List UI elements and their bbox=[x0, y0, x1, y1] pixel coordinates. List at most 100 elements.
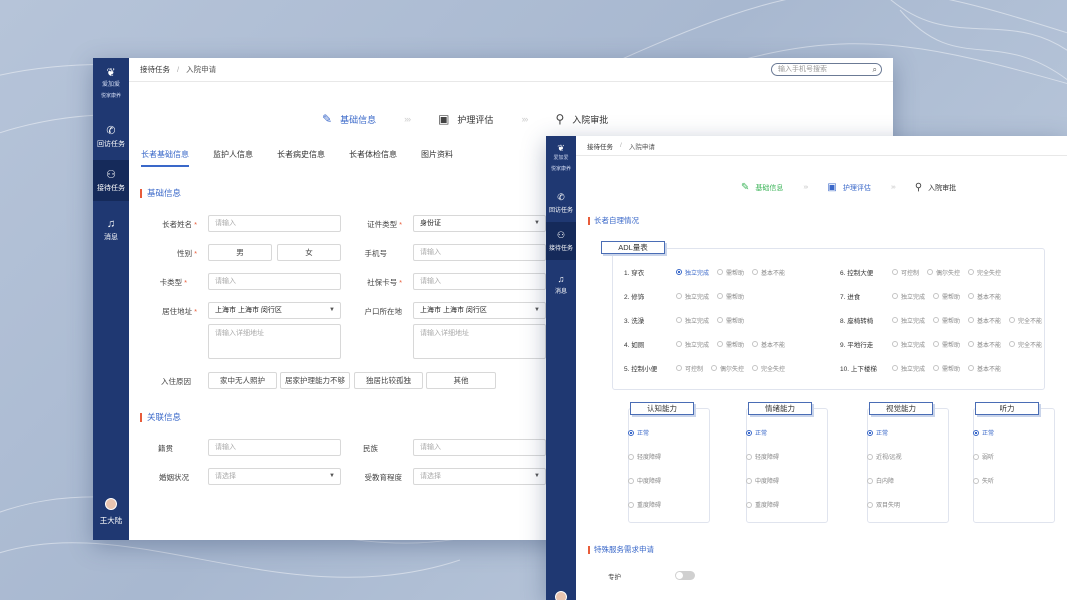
ability-option-radio[interactable]: 正常 bbox=[746, 428, 767, 437]
name-input[interactable]: 请输入 bbox=[208, 215, 341, 232]
adl-option-radio[interactable]: 完全失控 bbox=[968, 268, 1001, 277]
ability-option-label: 轻度障碍 bbox=[755, 455, 780, 461]
step-admission-approval[interactable]: ⚲ 入院审批 bbox=[555, 112, 608, 126]
reason-option[interactable]: 家中无人照护 bbox=[208, 372, 277, 389]
nursing-assessment-window: ❦ 爱加爱 悦家康养 ✆ 回访任务 ⚇ 接待任务 ♫ 消息 接待任务 / 入院申… bbox=[546, 136, 1067, 600]
adl-option-radio[interactable]: 独立完成 bbox=[676, 268, 709, 277]
idtype-select[interactable]: 身份证 ▼ bbox=[413, 215, 546, 232]
adl-option-radio[interactable]: 可控制 bbox=[676, 364, 703, 373]
search-input[interactable]: 输入手机号搜索 ⌕ bbox=[771, 63, 882, 76]
adl-option-radio[interactable]: 独立完成 bbox=[676, 316, 709, 325]
reason-option[interactable]: 独居比较孤独 bbox=[354, 372, 423, 389]
tab-medical-history[interactable]: 长者病史信息 bbox=[277, 149, 325, 167]
reason-option[interactable]: 居家护理能力不够 bbox=[280, 372, 350, 389]
gender-female-button[interactable]: 女 bbox=[277, 244, 341, 261]
step-basic-info[interactable]: ✎ 基础信息 bbox=[322, 112, 376, 126]
adl-option-radio[interactable]: 需帮助 bbox=[717, 340, 744, 349]
ability-option-radio[interactable]: 双目失明 bbox=[867, 500, 900, 509]
ability-option-radio[interactable]: 正常 bbox=[628, 428, 649, 437]
step-label: 护理评估 bbox=[842, 184, 871, 192]
adl-option-label: 需帮助 bbox=[942, 342, 961, 349]
card-type-input[interactable]: 请输入 bbox=[208, 273, 341, 290]
ability-option-radio[interactable]: 轻度障碍 bbox=[746, 452, 779, 461]
marital-select[interactable]: 请选择 ▼ bbox=[208, 468, 341, 485]
adl-option-radio[interactable]: 需帮助 bbox=[933, 316, 960, 325]
ability-title-tag: 认知能力 bbox=[630, 402, 694, 415]
step-nursing-eval[interactable]: ▣ 护理评估 bbox=[827, 182, 870, 193]
step-label: 护理评估 bbox=[457, 114, 494, 125]
stamp-icon: ⚲ bbox=[555, 112, 565, 126]
sidebar-item-reception[interactable]: ⚇ 接待任务 bbox=[546, 222, 576, 260]
adl-option-radio[interactable]: 偶尔失控 bbox=[711, 364, 744, 373]
tab-guardian[interactable]: 监护人信息 bbox=[213, 149, 253, 167]
social-card-input[interactable]: 请输入 bbox=[413, 273, 546, 290]
address-detail-input[interactable]: 请输入详细地址 bbox=[208, 324, 341, 359]
tab-physical-exam[interactable]: 长者体检信息 bbox=[349, 149, 397, 167]
reason-option[interactable]: 其他 bbox=[426, 372, 496, 389]
sidebar-item-revisit[interactable]: ✆ 回访任务 bbox=[93, 116, 129, 157]
ability-option-radio[interactable]: 弱听 bbox=[973, 452, 994, 461]
adl-item-label: 10. 上下楼梯 bbox=[840, 366, 877, 373]
adl-option-radio[interactable]: 完全不能 bbox=[1009, 316, 1042, 325]
adl-option-radio[interactable]: 独立完成 bbox=[892, 364, 925, 373]
adl-option-radio[interactable]: 独立完成 bbox=[892, 292, 925, 301]
radio-icon bbox=[892, 269, 898, 275]
breadcrumb-item[interactable]: 接待任务 bbox=[140, 64, 170, 75]
ability-option-radio[interactable]: 正常 bbox=[867, 428, 888, 437]
user-profile[interactable]: 王大陆 bbox=[93, 498, 129, 526]
breadcrumb-item[interactable]: 接待任务 bbox=[587, 141, 613, 151]
ability-option-radio[interactable]: 失听 bbox=[973, 476, 994, 485]
step-nursing-eval[interactable]: ▣ 护理评估 bbox=[438, 112, 493, 126]
adl-option-radio[interactable]: 需帮助 bbox=[717, 268, 744, 277]
ability-option-radio[interactable]: 重度障碍 bbox=[746, 500, 779, 509]
adl-option-radio[interactable]: 独立完成 bbox=[892, 316, 925, 325]
adl-option-radio[interactable]: 需帮助 bbox=[933, 364, 960, 373]
hukou-select[interactable]: 上海市 上海市 闵行区 ▼ bbox=[413, 302, 546, 319]
adl-option-radio[interactable]: 基本不能 bbox=[968, 340, 1001, 349]
special-care-toggle[interactable] bbox=[675, 571, 695, 580]
adl-option-radio[interactable]: 可控制 bbox=[892, 268, 919, 277]
ability-option-radio[interactable]: 近视/远视 bbox=[867, 452, 902, 461]
adl-option-radio[interactable]: 独立完成 bbox=[676, 340, 709, 349]
adl-option-radio[interactable]: 完全失控 bbox=[752, 364, 785, 373]
tab-images[interactable]: 图片资料 bbox=[421, 149, 453, 167]
user-profile[interactable] bbox=[546, 591, 576, 600]
adl-option-radio[interactable]: 基本不能 bbox=[752, 340, 785, 349]
adl-option-radio[interactable]: 需帮助 bbox=[717, 316, 744, 325]
ability-option-radio[interactable]: 正常 bbox=[973, 428, 994, 437]
adl-option-radio[interactable]: 独立完成 bbox=[892, 340, 925, 349]
step-admission-approval[interactable]: ⚲ 入院审批 bbox=[915, 182, 956, 193]
sidebar-item-revisit[interactable]: ✆ 回访任务 bbox=[546, 184, 576, 222]
sidebar-item-reception[interactable]: ⚇ 接待任务 bbox=[93, 160, 129, 201]
ethnicity-input[interactable]: 请输入 bbox=[413, 439, 546, 456]
tab-elder-basic[interactable]: 长者基础信息 bbox=[141, 149, 189, 167]
adl-option-radio[interactable]: 完全不能 bbox=[1009, 340, 1042, 349]
hukou-detail-input[interactable]: 请输入详细地址 bbox=[413, 324, 546, 359]
ability-option-radio[interactable]: 白内障 bbox=[867, 476, 894, 485]
adl-option-radio[interactable]: 偶尔失控 bbox=[927, 268, 960, 277]
caret-down-icon: ▼ bbox=[534, 307, 540, 313]
phone-input[interactable]: 请输入 bbox=[413, 244, 546, 261]
ability-option-radio[interactable]: 中度障碍 bbox=[628, 476, 661, 485]
ability-option-radio[interactable]: 重度障碍 bbox=[628, 500, 661, 509]
gender-male-button[interactable]: 男 bbox=[208, 244, 272, 261]
adl-option-radio[interactable]: 独立完成 bbox=[676, 292, 709, 301]
logo-text: 爱加爱 bbox=[553, 155, 569, 161]
native-place-input[interactable]: 请输入 bbox=[208, 439, 341, 456]
education-select[interactable]: 请选择 ▼ bbox=[413, 468, 546, 485]
step-basic-info[interactable]: ✎ 基础信息 bbox=[741, 182, 783, 193]
adl-option-radio[interactable]: 基本不能 bbox=[968, 364, 1001, 373]
ability-option-radio[interactable]: 中度障碍 bbox=[746, 476, 779, 485]
sidebar-item-messages[interactable]: ♫ 消息 bbox=[93, 210, 129, 250]
search-placeholder: 输入手机号搜索 bbox=[778, 66, 827, 73]
address-select[interactable]: 上海市 上海市 闵行区 ▼ bbox=[208, 302, 341, 319]
adl-option-radio[interactable]: 基本不能 bbox=[752, 268, 785, 277]
adl-option-radio[interactable]: 需帮助 bbox=[933, 340, 960, 349]
ability-option-radio[interactable]: 轻度障碍 bbox=[628, 452, 661, 461]
search-icon[interactable]: ⌕ bbox=[873, 64, 877, 75]
adl-option-radio[interactable]: 基本不能 bbox=[968, 292, 1001, 301]
adl-option-radio[interactable]: 基本不能 bbox=[968, 316, 1001, 325]
adl-option-radio[interactable]: 需帮助 bbox=[933, 292, 960, 301]
sidebar-item-messages[interactable]: ♫ 消息 bbox=[546, 266, 576, 303]
adl-option-radio[interactable]: 需帮助 bbox=[717, 292, 744, 301]
